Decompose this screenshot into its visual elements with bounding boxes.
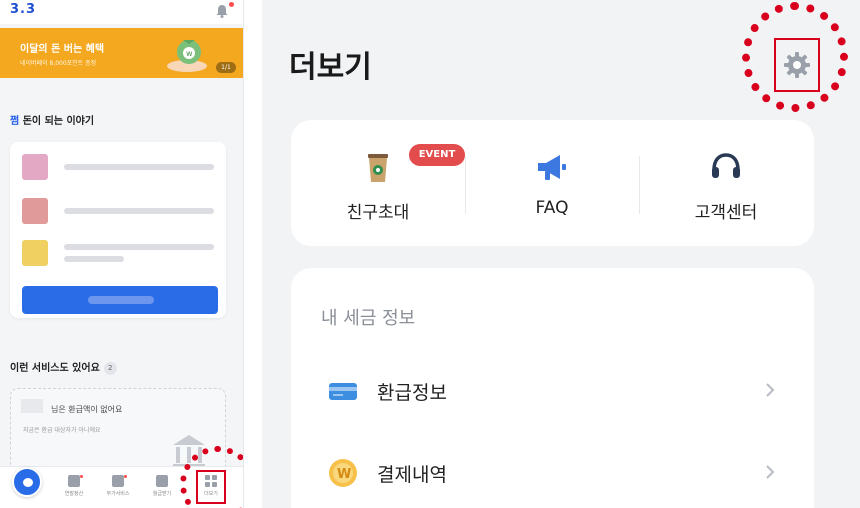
blurred-text	[64, 244, 214, 250]
services-count-badge: 2	[103, 362, 117, 375]
story-brand: 쩜	[10, 116, 20, 127]
promo-banner[interactable]: 이달의 돈 버는 혜택 네이버페이 8,000포인트 증정 w	[0, 28, 243, 78]
tab-year-end-settlement[interactable]: 연말정산	[56, 475, 92, 507]
chat-bot-button[interactable]	[12, 467, 42, 497]
blurred-text	[64, 164, 214, 170]
notification-dot	[229, 2, 234, 7]
refund-info-label: 환급정보	[377, 382, 447, 404]
list-item[interactable]	[18, 154, 218, 182]
wallet-icon	[156, 475, 168, 487]
tax-section-title: 내 세금 정보	[321, 308, 416, 329]
money-bag-icon: w	[167, 40, 207, 72]
refund-status-subtext: 지금은 환급 대상자가 아니에요	[23, 427, 101, 434]
chevron-right-icon	[766, 465, 775, 479]
card-icon	[329, 383, 357, 400]
faq-label: FAQ	[535, 198, 569, 218]
tab-salary[interactable]: 월급받기	[144, 475, 180, 507]
faq-button[interactable]: FAQ	[465, 120, 639, 246]
blurred-text	[64, 208, 214, 214]
banner-title: 이달의 돈 버는 혜택	[20, 44, 105, 55]
banner-subtitle: 네이버페이 8,000포인트 증정	[20, 60, 97, 67]
home-header: 3.3	[0, 0, 243, 24]
tab-label: 월급받기	[152, 491, 172, 497]
invite-friends-button[interactable]: EVENT 친구초대	[291, 120, 465, 246]
notification-dot	[80, 475, 83, 478]
story-thumbnail	[22, 154, 48, 180]
svg-text:W: W	[337, 467, 351, 482]
coffee-cup-icon	[368, 154, 388, 182]
more-screen: 더보기 EVENT 친구초대 FAQ 고객센터 내 세금 정보 환급정보 W 결…	[262, 0, 860, 508]
bell-icon[interactable]	[214, 3, 230, 19]
tab-label: 연말정산	[64, 491, 84, 497]
chevron-right-icon	[766, 383, 775, 397]
blurred-button-label	[88, 296, 154, 304]
services-section-title: 이런 서비스도 있어요 2	[10, 359, 117, 375]
banner-page-indicator: 1/1	[216, 62, 236, 73]
page-title: 더보기	[289, 50, 372, 85]
payment-history-row[interactable]: W 결제내역	[291, 448, 814, 498]
refund-status-text: 님은 환급액이 없어요	[51, 405, 123, 414]
highlight-circle-settings	[742, 2, 848, 112]
invite-friends-label: 친구초대	[346, 203, 410, 223]
list-item[interactable]	[18, 240, 218, 268]
story-thumbnail	[22, 198, 48, 224]
services-title-text: 이런 서비스도 있어요	[10, 363, 100, 374]
story-thumbnail	[22, 240, 48, 266]
megaphone-icon	[538, 155, 566, 180]
svg-text:w: w	[186, 49, 193, 58]
customer-center-label: 고객센터	[694, 203, 758, 223]
shield-icon	[112, 475, 124, 487]
tax-info-card: 내 세금 정보 환급정보 W 결제내역	[291, 268, 814, 508]
won-coin-icon: W	[329, 459, 357, 487]
story-section-title: 쩜 돈이 되는 이야기	[10, 112, 94, 127]
payment-history-label: 결제내역	[377, 464, 447, 486]
tab-label: 부가서비스	[106, 491, 130, 497]
notification-dot	[124, 475, 127, 478]
story-more-button[interactable]	[22, 286, 218, 314]
blurred-text	[64, 256, 124, 262]
list-item[interactable]	[18, 198, 218, 226]
app-logo: 3.3	[10, 2, 37, 17]
event-badge: EVENT	[409, 144, 465, 166]
story-card	[10, 142, 226, 318]
screenshot-root: 3.3 이달의 돈 버는 혜택 네이버페이 8,000포인트 증정 w 1/1 …	[0, 0, 860, 508]
calendar-icon	[68, 475, 80, 487]
customer-center-button[interactable]: 고객센터	[639, 120, 813, 246]
blurred-name	[21, 399, 43, 413]
tab-extra-services[interactable]: 부가서비스	[100, 475, 136, 507]
story-title-text: 돈이 되는 이야기	[22, 116, 95, 127]
quick-menu-card: EVENT 친구초대 FAQ 고객센터	[291, 120, 814, 246]
headset-icon	[712, 153, 740, 178]
refund-info-row[interactable]: 환급정보	[291, 366, 814, 416]
app-home-screen: 3.3 이달의 돈 버는 혜택 네이버페이 8,000포인트 증정 w 1/1 …	[0, 0, 244, 508]
